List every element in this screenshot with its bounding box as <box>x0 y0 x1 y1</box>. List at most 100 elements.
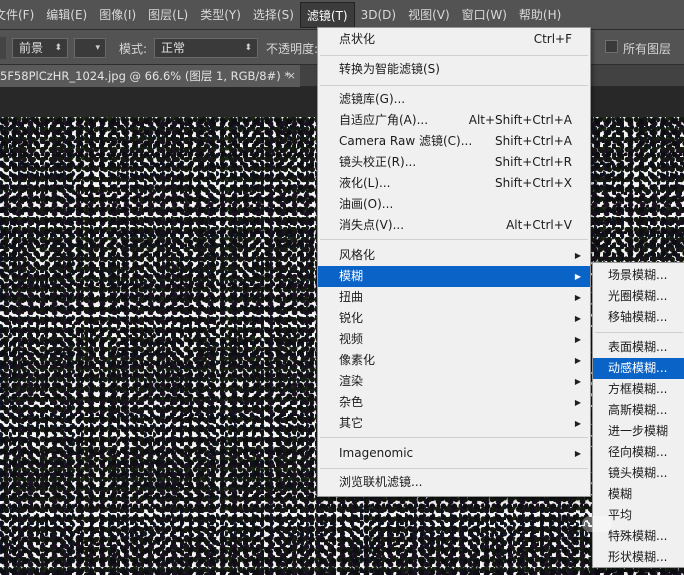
submenu-item-label: 进一步模糊 <box>608 424 669 438</box>
mode-label: 模式: <box>119 42 148 56</box>
menu-item-label: 杂色 <box>339 395 364 409</box>
submenu-item-surface-blur[interactable]: 表面模糊... <box>593 337 684 358</box>
submenu-arrow-icon: ▶ <box>574 356 581 365</box>
submenu-item-iris-blur[interactable]: 光圈模糊... <box>593 286 684 307</box>
menu-item-distort[interactable]: 扭曲 ▶ <box>318 287 590 308</box>
submenu-item-tilt-shift[interactable]: 移轴模糊... <box>593 307 684 328</box>
menu-item-oil-paint[interactable]: 油画(O)... <box>318 194 590 215</box>
submenu-item-label: 径向模糊... <box>608 445 668 459</box>
menu-item-shortcut: Shift+Ctrl+R <box>494 155 572 169</box>
submenu-item-gaussian-blur[interactable]: 高斯模糊... <box>593 400 684 421</box>
menu-3d[interactable]: 3D(D) <box>355 2 402 28</box>
menu-item-imagenomic[interactable]: Imagenomic ▶ <box>318 443 590 464</box>
submenu-item-label: 表面模糊... <box>608 340 668 354</box>
menu-separator <box>320 55 588 56</box>
submenu-item-label: 高斯模糊... <box>608 403 668 417</box>
menu-file[interactable]: 文件(F) <box>0 2 40 28</box>
menu-filter[interactable]: 滤镜(T) <box>299 1 355 28</box>
menu-item-shortcut: Alt+Shift+Ctrl+A <box>468 113 572 127</box>
submenu-item-blur-more[interactable]: 进一步模糊 <box>593 421 684 442</box>
menu-help[interactable]: 帮助(H) <box>513 2 567 28</box>
menu-item-vanishing-point[interactable]: 消失点(V)... Alt+Ctrl+V <box>318 215 590 236</box>
pattern-picker[interactable]: ▾ <box>74 38 106 58</box>
submenu-item-shape-blur[interactable]: 形状模糊... <box>593 547 684 568</box>
menu-item-noise[interactable]: 杂色 ▶ <box>318 392 590 413</box>
fill-source-select[interactable]: 前景 ⬍ <box>12 38 68 58</box>
menu-item-last-filter[interactable]: 点状化 Ctrl+F <box>318 29 590 50</box>
menu-layer[interactable]: 图层(L) <box>142 2 194 28</box>
submenu-item-label: 模糊 <box>608 487 633 501</box>
menu-item-label: 渲染 <box>339 374 364 388</box>
menu-item-liquify[interactable]: 液化(L)... Shift+Ctrl+X <box>318 173 590 194</box>
menu-separator <box>320 85 588 86</box>
submenu-item-radial-blur[interactable]: 径向模糊... <box>593 442 684 463</box>
menu-item-shortcut: Alt+Ctrl+V <box>506 218 572 232</box>
submenu-arrow-icon: ▶ <box>574 398 581 407</box>
menu-item-browse-filters[interactable]: 浏览联机滤镜... <box>318 472 590 493</box>
mode-select[interactable]: 正常 ⬍ <box>154 38 258 58</box>
menu-item-convert-smart[interactable]: 转换为智能滤镜(S) <box>318 59 590 80</box>
submenu-item-label: 形状模糊... <box>608 550 668 564</box>
menu-item-label: 油画(O)... <box>339 197 394 211</box>
menu-item-label: 模糊 <box>339 269 364 283</box>
submenu-item-box-blur[interactable]: 方框模糊... <box>593 379 684 400</box>
document-tab-title: 5F58PlCzHR_1024.jpg @ 66.6% (图层 1, RGB/8… <box>0 69 291 83</box>
menu-item-blur[interactable]: 模糊 ▶ <box>318 266 590 287</box>
fill-source-value: 前景 <box>19 41 44 55</box>
menu-item-other[interactable]: 其它 ▶ <box>318 413 590 434</box>
menu-image[interactable]: 图像(I) <box>93 2 142 28</box>
menu-item-label: 转换为智能滤镜(S) <box>339 62 440 76</box>
menu-item-label: 点状化 <box>339 32 376 46</box>
submenu-item-lens-blur[interactable]: 镜头模糊... <box>593 463 684 484</box>
menu-separator <box>320 239 588 240</box>
menu-item-video[interactable]: 视频 ▶ <box>318 329 590 350</box>
menu-item-label: 扭曲 <box>339 290 364 304</box>
menu-item-label: 滤镜库(G)... <box>339 92 406 106</box>
submenu-item-label: 光圈模糊... <box>608 289 668 303</box>
chevron-down-icon: ▾ <box>95 43 100 53</box>
submenu-arrow-icon: ▶ <box>574 419 581 428</box>
menu-item-sharpen[interactable]: 锐化 ▶ <box>318 308 590 329</box>
menu-item-camera-raw[interactable]: Camera Raw 滤镜(C)... Shift+Ctrl+A <box>318 131 590 152</box>
tool-preset-icon[interactable] <box>0 37 6 59</box>
menu-view[interactable]: 视图(V) <box>402 2 456 28</box>
menu-item-label: 其它 <box>339 416 364 430</box>
submenu-item-label: 方框模糊... <box>608 382 668 396</box>
mode-value: 正常 <box>161 41 186 55</box>
menu-item-stylize[interactable]: 风格化 ▶ <box>318 245 590 266</box>
menu-item-label: 液化(L)... <box>339 176 391 190</box>
watermark-logo <box>582 516 612 532</box>
menu-item-label: 像素化 <box>339 353 376 367</box>
menu-window[interactable]: 窗口(W) <box>456 2 513 28</box>
menu-item-adaptive-wide-angle[interactable]: 自适应广角(A)... Alt+Shift+Ctrl+A <box>318 110 590 131</box>
menu-separator <box>320 468 588 469</box>
submenu-item-blur[interactable]: 模糊 <box>593 484 684 505</box>
menu-item-pixelate[interactable]: 像素化 ▶ <box>318 350 590 371</box>
submenu-item-motion-blur[interactable]: 动感模糊... <box>593 358 684 379</box>
menu-edit[interactable]: 编辑(E) <box>40 2 93 28</box>
menu-select[interactable]: 选择(S) <box>247 2 300 28</box>
menu-item-label: Camera Raw 滤镜(C)... <box>339 134 473 148</box>
menu-item-label: Imagenomic <box>339 446 414 460</box>
menu-type[interactable]: 类型(Y) <box>194 2 247 28</box>
close-icon[interactable]: × <box>287 65 296 87</box>
submenu-arrow-icon: ▶ <box>574 449 581 458</box>
menu-item-filter-gallery[interactable]: 滤镜库(G)... <box>318 89 590 110</box>
menu-item-shortcut: Shift+Ctrl+X <box>495 176 572 190</box>
submenu-arrow-icon: ▶ <box>574 314 581 323</box>
submenu-arrow-icon: ▶ <box>574 335 581 344</box>
submenu-arrow-icon: ▶ <box>574 272 581 281</box>
menu-separator <box>595 332 683 333</box>
submenu-item-field-blur[interactable]: 场景模糊... <box>593 265 684 286</box>
updown-arrow-icon: ⬍ <box>54 43 62 53</box>
menu-item-render[interactable]: 渲染 ▶ <box>318 371 590 392</box>
submenu-arrow-icon: ▶ <box>574 293 581 302</box>
all-layers-checkbox[interactable] <box>605 40 618 53</box>
submenu-item-label: 特殊模糊... <box>608 529 668 543</box>
document-tab[interactable]: 5F58PlCzHR_1024.jpg @ 66.6% (图层 1, RGB/8… <box>0 65 300 87</box>
filter-menu: 点状化 Ctrl+F 转换为智能滤镜(S) 滤镜库(G)... 自适应广角(A)… <box>317 27 591 497</box>
menu-item-shortcut: Ctrl+F <box>533 32 572 46</box>
submenu-item-label: 动感模糊... <box>608 361 668 375</box>
menu-item-label: 消失点(V)... <box>339 218 405 232</box>
menu-item-lens-correction[interactable]: 镜头校正(R)... Shift+Ctrl+R <box>318 152 590 173</box>
